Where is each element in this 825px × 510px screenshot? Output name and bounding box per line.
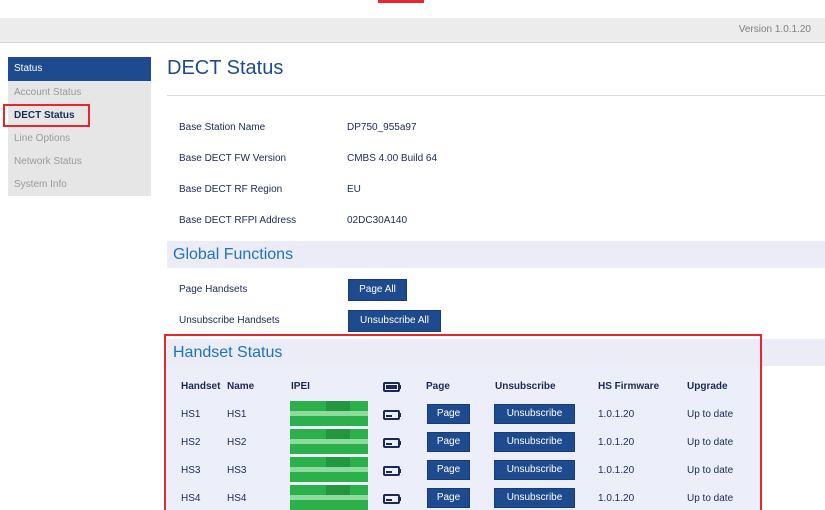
- ipei-redacted: [290, 429, 368, 454]
- row-upgrade: Up to date: [687, 465, 734, 476]
- row-handset: HS3: [181, 465, 201, 476]
- row-hs-firmware: 1.0.1.20: [598, 465, 635, 476]
- version-bar: Version 1.0.1.20: [0, 18, 825, 43]
- ipei-redacted: [290, 485, 368, 510]
- col-upgrade: Upgrade: [687, 381, 728, 392]
- page-button[interactable]: Page: [427, 488, 470, 508]
- base-station-name-value: DP750_955a97: [347, 122, 417, 133]
- unsubscribe-button[interactable]: Unsubscribe: [494, 460, 575, 480]
- base-dect-rfpi-address-value: 02DC30A140: [347, 215, 408, 226]
- page-handsets-label: Page Handsets: [179, 284, 248, 295]
- col-handset: Handset: [181, 381, 221, 392]
- row-name: HS3: [227, 465, 247, 476]
- base-station-name-label: Base Station Name: [179, 122, 266, 133]
- version-label: Version 1.0.1.20: [738, 24, 811, 35]
- row-hs-firmware: 1.0.1.20: [598, 493, 635, 504]
- page-title: DECT Status: [167, 57, 284, 79]
- col-ipei: IPEI: [291, 381, 310, 392]
- row-handset: HS2: [181, 437, 201, 448]
- col-page: Page: [426, 381, 450, 392]
- unsubscribe-button[interactable]: Unsubscribe: [494, 432, 575, 452]
- battery-icon: [383, 410, 401, 420]
- row-upgrade: Up to date: [687, 493, 734, 504]
- row-upgrade: Up to date: [687, 437, 734, 448]
- row-name: HS2: [227, 437, 247, 448]
- base-dect-fw-version-label: Base DECT FW Version: [179, 153, 287, 164]
- battery-icon: [383, 494, 401, 504]
- global-functions-header: Global Functions: [167, 241, 825, 268]
- row-name: HS4: [227, 493, 247, 504]
- handset-status-header: Handset Status: [167, 339, 825, 366]
- battery-icon: [383, 438, 401, 448]
- row-handset: HS1: [181, 409, 201, 420]
- sidebar-item-account-status[interactable]: Account Status: [8, 81, 151, 104]
- battery-icon: [383, 382, 401, 392]
- sidebar-highlight-box: [3, 104, 90, 127]
- col-name: Name: [227, 381, 255, 392]
- row-name: HS1: [227, 409, 247, 420]
- sidebar-item-system-info[interactable]: System Info: [8, 173, 151, 196]
- row-upgrade: Up to date: [687, 409, 734, 420]
- row-hs-firmware: 1.0.1.20: [598, 409, 635, 420]
- top-accent-bar: [378, 0, 424, 3]
- ipei-redacted: [290, 401, 368, 426]
- sidebar-item-network-status[interactable]: Network Status: [8, 150, 151, 173]
- row-handset: HS4: [181, 493, 201, 504]
- title-divider: [167, 95, 825, 96]
- base-dect-rf-region-label: Base DECT RF Region: [179, 184, 283, 195]
- unsubscribe-button[interactable]: Unsubscribe: [494, 488, 575, 508]
- col-unsubscribe: Unsubscribe: [495, 381, 556, 392]
- base-dect-rfpi-address-label: Base DECT RFPI Address: [179, 215, 297, 226]
- page-button[interactable]: Page: [427, 460, 470, 480]
- base-dect-fw-version-value: CMBS 4.00 Build 64: [347, 153, 438, 164]
- row-hs-firmware: 1.0.1.20: [598, 437, 635, 448]
- page-button[interactable]: Page: [427, 432, 470, 452]
- sidebar-header[interactable]: Status: [8, 57, 151, 81]
- unsubscribe-button[interactable]: Unsubscribe: [494, 404, 575, 424]
- unsubscribe-handsets-label: Unsubscribe Handsets: [179, 315, 280, 326]
- page-all-button[interactable]: Page All: [348, 279, 407, 301]
- page-button[interactable]: Page: [427, 404, 470, 424]
- ipei-redacted: [290, 457, 368, 482]
- unsubscribe-all-button[interactable]: Unsubscribe All: [348, 310, 441, 332]
- col-hs-firmware: HS Firmware: [598, 381, 660, 392]
- sidebar-item-line-options[interactable]: Line Options: [8, 127, 151, 150]
- battery-icon: [383, 466, 401, 476]
- base-dect-rf-region-value: EU: [347, 184, 361, 195]
